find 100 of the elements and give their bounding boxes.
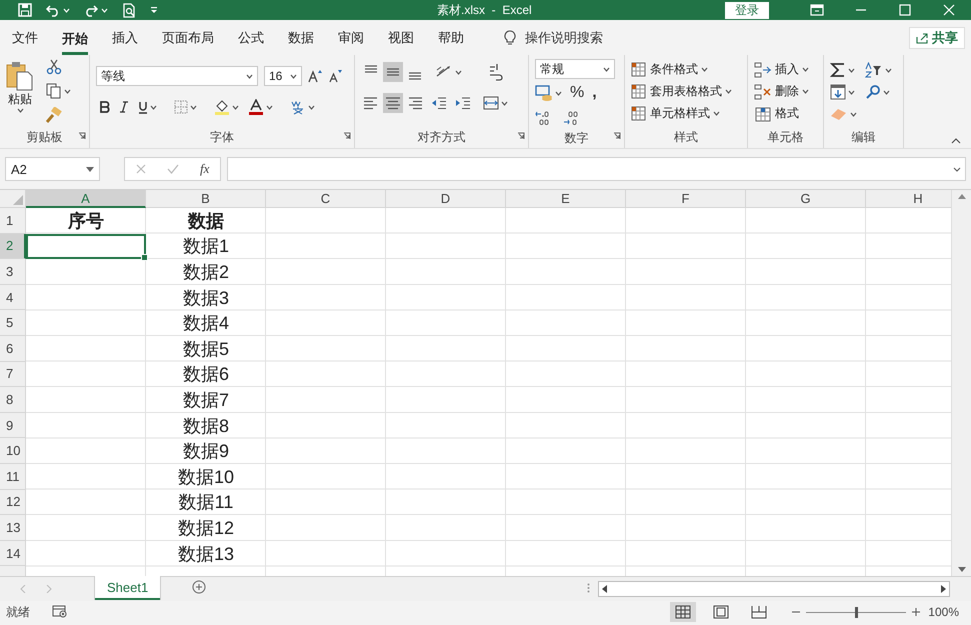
customize-icon[interactable] xyxy=(150,6,158,14)
row-header[interactable]: 7 xyxy=(0,362,26,388)
insert-function-button[interactable]: fx xyxy=(200,161,210,177)
cut-icon[interactable] xyxy=(46,59,62,75)
percent-button[interactable]: % xyxy=(570,84,584,102)
ribbon-tab[interactable]: 审阅 xyxy=(338,20,364,55)
dropdown-icon[interactable] xyxy=(86,166,94,172)
row-header[interactable]: 3 xyxy=(0,259,26,285)
row-header[interactable]: 10 xyxy=(0,438,26,464)
undo-icon[interactable] xyxy=(46,3,60,17)
scroll-right-icon[interactable] xyxy=(941,585,946,593)
column-header[interactable]: D xyxy=(386,190,506,208)
underline-icon[interactable] xyxy=(138,100,148,114)
ribbon-button[interactable]: 格式 xyxy=(754,103,809,124)
ribbon-button[interactable]: 删除 xyxy=(754,81,809,102)
wrap-text-icon[interactable] xyxy=(488,63,504,81)
maximize-icon[interactable] xyxy=(899,4,911,16)
ribbon-tab[interactable]: 视图 xyxy=(388,20,414,55)
format-painter-icon[interactable] xyxy=(46,107,62,123)
phonetic-guide-icon[interactable] xyxy=(290,99,306,115)
ribbon-tab[interactable]: 数据 xyxy=(288,20,314,55)
row-header[interactable]: 4 xyxy=(0,284,26,310)
zoom-in-icon[interactable] xyxy=(912,608,920,616)
row-header[interactable]: 11 xyxy=(0,464,26,490)
name-box[interactable]: A2 xyxy=(5,157,100,181)
view-button[interactable] xyxy=(670,602,696,622)
merge-center-icon[interactable] xyxy=(483,96,499,110)
row-header[interactable]: 9 xyxy=(0,412,26,438)
currency-icon[interactable] xyxy=(535,85,553,101)
row-header[interactable]: 2 xyxy=(0,234,26,260)
sign-in-button[interactable]: 登录 xyxy=(725,2,769,18)
active-cell[interactable] xyxy=(26,234,146,260)
row-header[interactable]: 13 xyxy=(0,515,26,541)
column-header[interactable]: B xyxy=(146,190,266,208)
collapse-ribbon-icon[interactable] xyxy=(951,138,961,144)
column-header[interactable]: H xyxy=(866,190,951,208)
ribbon-button[interactable]: 套用表格格式 xyxy=(631,81,732,102)
horizontal-scrollbar[interactable] xyxy=(598,581,950,597)
comma-button[interactable]: , xyxy=(592,84,597,102)
search-icon[interactable] xyxy=(865,84,881,100)
dialog-launcher-icon[interactable] xyxy=(343,132,351,140)
scroll-down-icon[interactable] xyxy=(958,567,966,572)
dialog-launcher-icon[interactable] xyxy=(517,132,525,140)
slider-thumb[interactable] xyxy=(855,606,858,618)
column-header[interactable]: G xyxy=(746,190,866,208)
decrease-font-icon[interactable] xyxy=(328,69,342,83)
share-button[interactable]: 共享 xyxy=(909,26,965,48)
font-size-field[interactable]: 16 xyxy=(264,66,302,86)
row-header[interactable]: 1 xyxy=(0,208,26,234)
zoom-level[interactable]: 100% xyxy=(928,605,959,619)
add-sheet-icon[interactable] xyxy=(192,580,206,594)
ribbon-tab[interactable]: 公式 xyxy=(238,20,264,55)
sheet-tab[interactable]: Sheet1 xyxy=(95,576,160,600)
ribbon-button[interactable]: 条件格式 xyxy=(631,59,732,80)
column-header[interactable]: F xyxy=(626,190,746,208)
row-header[interactable]: 14 xyxy=(0,540,26,566)
ribbon-button[interactable]: 插入 xyxy=(754,59,809,80)
lightbulb-icon[interactable] xyxy=(504,30,516,46)
left-align-icon[interactable] xyxy=(363,95,379,111)
increase-indent-icon[interactable] xyxy=(455,96,471,110)
font-color-icon[interactable] xyxy=(248,99,264,115)
expand-icon[interactable] xyxy=(953,166,961,172)
print-preview-icon[interactable] xyxy=(122,2,136,18)
bold-icon[interactable] xyxy=(100,101,110,113)
ribbon-button[interactable]: 单元格样式 xyxy=(631,103,732,124)
dialog-launcher-icon[interactable] xyxy=(613,132,621,140)
ribbon-tab[interactable]: 插入 xyxy=(112,20,138,55)
row-header[interactable]: 5 xyxy=(0,310,26,336)
column-header[interactable]: C xyxy=(266,190,386,208)
formula-input[interactable] xyxy=(227,157,966,181)
column-header[interactable]: E xyxy=(506,190,626,208)
column-header[interactable]: A xyxy=(26,190,146,208)
copy-icon[interactable] xyxy=(46,83,62,99)
number-format-field[interactable]: 常规 xyxy=(535,59,615,79)
row-header[interactable]: 12 xyxy=(0,490,26,516)
ribbon-tab[interactable]: 文件 xyxy=(12,20,38,55)
fill-icon[interactable] xyxy=(830,84,846,100)
borders-icon[interactable] xyxy=(174,100,188,114)
paste-button[interactable]: 粘贴 xyxy=(6,59,34,126)
dialog-launcher-icon[interactable] xyxy=(78,132,86,140)
right-align-icon[interactable] xyxy=(407,95,423,111)
decrease-indent-icon[interactable] xyxy=(431,96,447,110)
row-header[interactable]: 6 xyxy=(0,336,26,362)
fill-color-icon[interactable] xyxy=(214,99,230,115)
scroll-up-icon[interactable] xyxy=(958,194,966,199)
save-icon[interactable] xyxy=(18,3,32,17)
close-icon[interactable] xyxy=(943,4,955,16)
ribbon-display-icon[interactable] xyxy=(810,4,824,16)
ribbon-tab[interactable]: 帮助 xyxy=(438,20,464,55)
scroll-left-icon[interactable] xyxy=(602,585,607,593)
search-field[interactable]: 操作说明搜索 xyxy=(525,28,603,46)
font-name-field[interactable]: 等线 xyxy=(96,66,258,86)
redo-icon[interactable] xyxy=(84,3,98,17)
italic-icon[interactable] xyxy=(119,101,129,113)
ribbon-tab[interactable]: 页面布局 xyxy=(162,20,214,55)
increase-font-icon[interactable] xyxy=(308,69,322,83)
row-header[interactable]: 8 xyxy=(0,387,26,413)
autosum-icon[interactable] xyxy=(830,62,846,78)
macro-record-icon[interactable] xyxy=(52,604,68,618)
sort-filter-icon[interactable] xyxy=(865,62,883,78)
